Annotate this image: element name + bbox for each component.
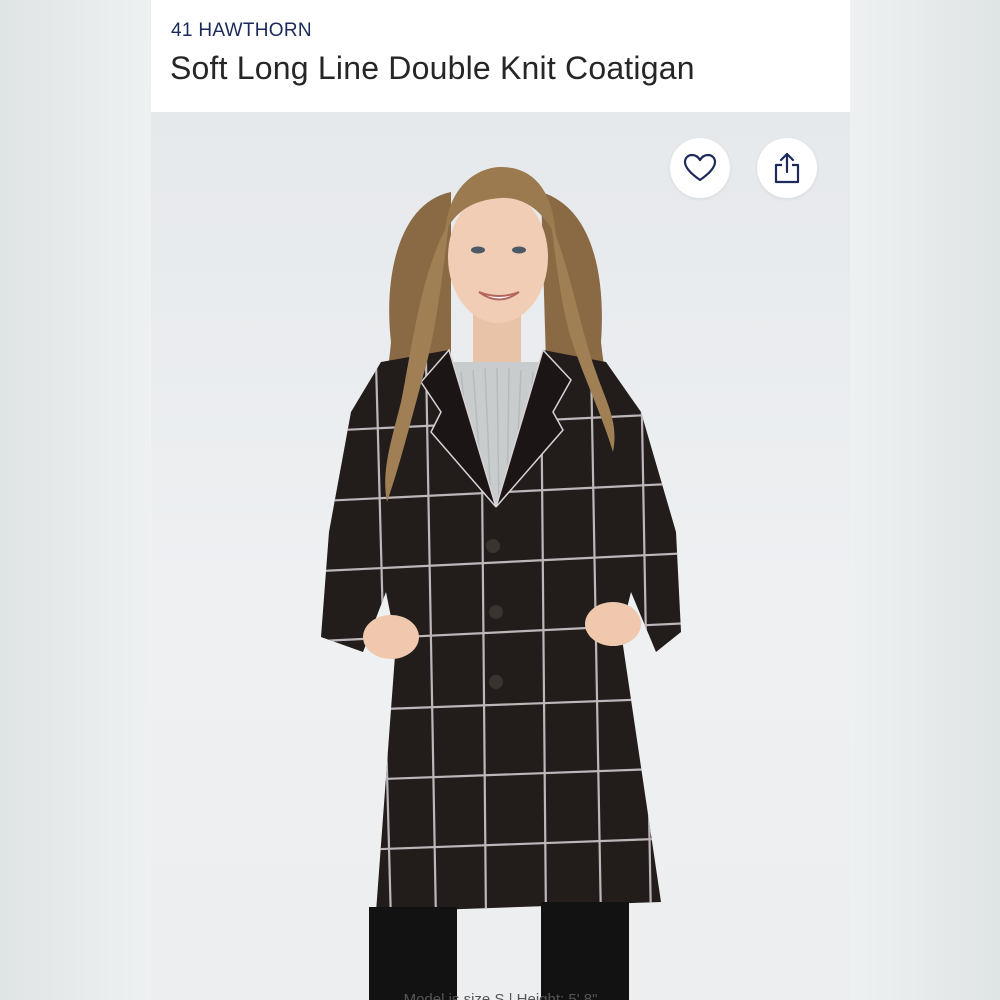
model-info-caption: Model is size S | Height: 5' 8" (403, 991, 598, 1000)
product-header: 41 HAWTHORN Soft Long Line Double Knit C… (151, 0, 850, 112)
product-card: 41 HAWTHORN Soft Long Line Double Knit C… (151, 0, 850, 1000)
product-photo[interactable]: Model is size S | Height: 5' 8" (151, 112, 850, 1000)
product-title: Soft Long Line Double Knit Coatigan (170, 50, 695, 86)
right-backdrop (850, 0, 1000, 1000)
heart-icon (683, 153, 717, 182)
share-icon (774, 152, 800, 184)
brand-link[interactable]: 41 HAWTHORN (171, 20, 312, 42)
model-image (321, 167, 681, 1000)
left-backdrop (0, 0, 150, 1000)
favorite-button[interactable] (670, 138, 730, 198)
share-button[interactable] (757, 138, 817, 198)
